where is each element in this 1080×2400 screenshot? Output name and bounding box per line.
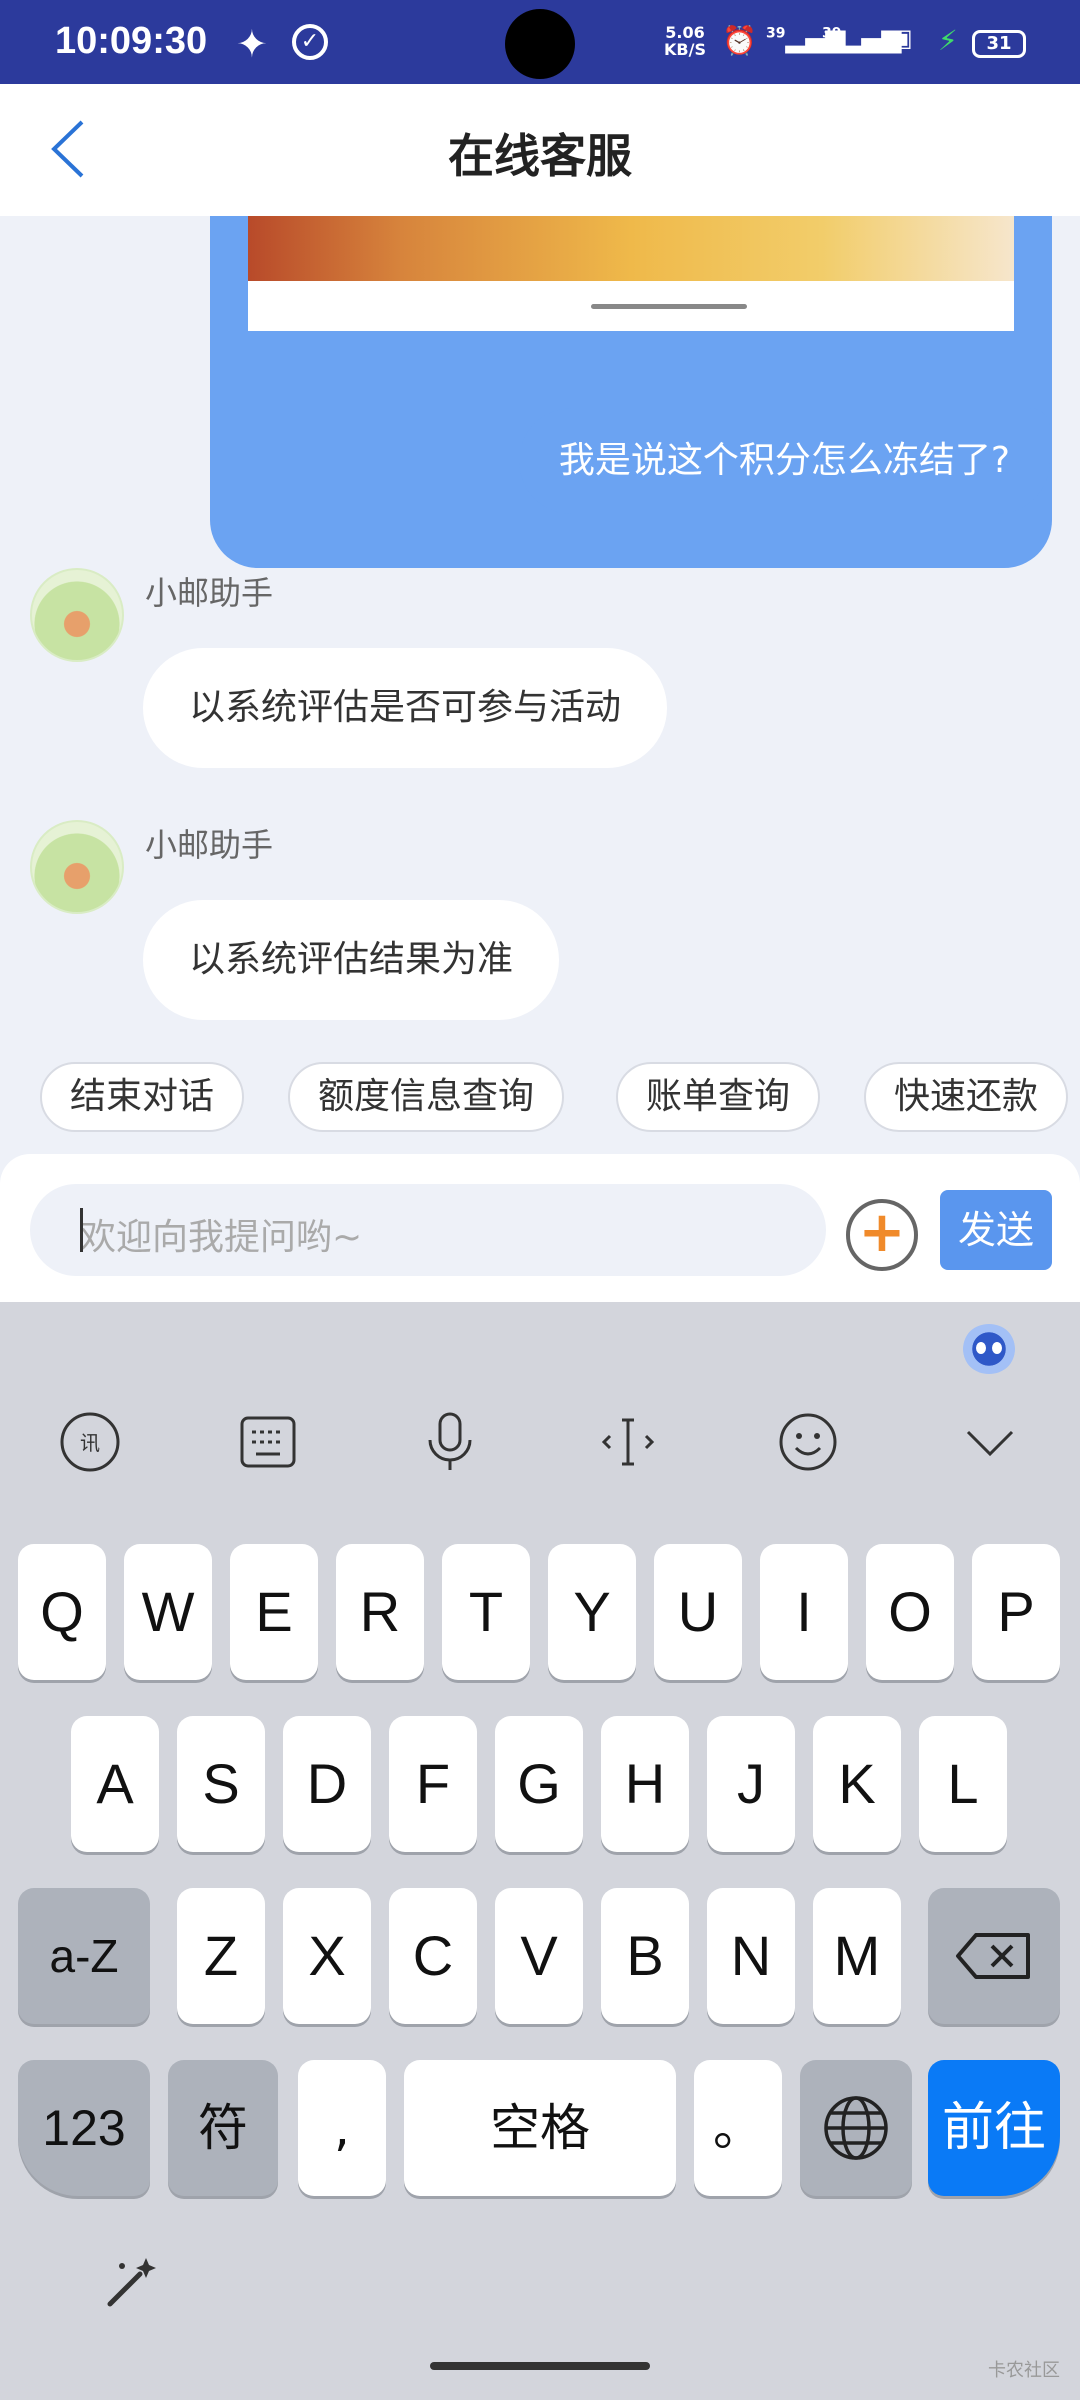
numbers-key[interactable]: 123 [18, 2060, 150, 2196]
magic-wand-icon[interactable] [100, 2252, 160, 2312]
promo-card[interactable] [210, 216, 1052, 568]
space-key[interactable]: 空格 [404, 2060, 676, 2196]
alarm-icon: ⏰ [722, 24, 757, 57]
key-o[interactable]: O [866, 1544, 954, 1680]
emoji-icon[interactable] [768, 1402, 848, 1482]
key-t[interactable]: T [442, 1544, 530, 1680]
status-time: 10:09:30 [55, 20, 208, 62]
quick-reply-credit-query[interactable]: 额度信息查询 [288, 1062, 565, 1132]
comma-key[interactable]: , [298, 2060, 386, 2196]
cursor-move-icon[interactable] [588, 1402, 668, 1482]
quick-reply-bill-query[interactable]: 账单查询 [616, 1062, 821, 1132]
collapse-keyboard-icon[interactable] [950, 1402, 1030, 1482]
avatar [30, 568, 124, 662]
bot-message-bubble: 以系统评估是否可参与活动 [143, 648, 668, 768]
key-e[interactable]: E [230, 1544, 318, 1680]
plus-button[interactable]: + [846, 1199, 918, 1271]
text-caret [80, 1208, 83, 1252]
key-s[interactable]: S [177, 1716, 265, 1852]
promo-image [248, 216, 1014, 281]
key-b[interactable]: B [601, 1888, 689, 2024]
key-h[interactable]: H [601, 1716, 689, 1852]
key-r[interactable]: R [336, 1544, 424, 1680]
sender-name: 小邮助手 [145, 826, 274, 864]
input-bar: 欢迎向我提问哟~ + 发送 [0, 1154, 1080, 1302]
key-z[interactable]: Z [177, 1888, 265, 2024]
scroll-handle [591, 304, 747, 309]
chat-area[interactable]: 我是说这个积分怎么冻结了? 小邮助手 以系统评估是否可参与活动 小邮助手 以系统… [0, 216, 1080, 1156]
svg-text:讯: 讯 [80, 1431, 100, 1455]
network-speed-unit: KB/S [664, 40, 706, 59]
network-speed: 5.06 KB/S [664, 24, 706, 58]
quick-reply-repay[interactable]: 快速还款 [864, 1062, 1069, 1132]
hd-icon: ▣ [890, 24, 913, 52]
keyboard-layout-icon[interactable] [228, 1402, 308, 1482]
header: 在线客服 [0, 84, 1080, 216]
sparkle-icon: ✦ [236, 22, 268, 66]
key-n[interactable]: N [707, 1888, 795, 2024]
charging-icon: ⚡ [938, 24, 958, 57]
bot-message-bubble: 以系统评估结果为准 [143, 900, 560, 1020]
microphone-icon[interactable] [410, 1402, 490, 1482]
battery-indicator: 31 [972, 30, 1026, 58]
backspace-icon [956, 1933, 1030, 1979]
key-d[interactable]: D [283, 1716, 371, 1852]
check-circle-icon: ✓ [292, 24, 328, 60]
network-speed-value: 5.06 [665, 23, 705, 42]
key-y[interactable]: Y [548, 1544, 636, 1680]
key-c[interactable]: C [389, 1888, 477, 2024]
shift-key[interactable]: a-Z [18, 1888, 150, 2024]
avatar [30, 820, 124, 914]
key-l[interactable]: L [919, 1716, 1007, 1852]
front-camera [505, 9, 575, 79]
key-v[interactable]: V [495, 1888, 583, 2024]
home-indicator[interactable] [430, 2362, 650, 2370]
user-message-bubble: 我是说这个积分怎么冻结了? [518, 408, 1050, 514]
key-m[interactable]: M [813, 1888, 901, 2024]
keyboard-ai-icon[interactable] [962, 1324, 1016, 1374]
go-key[interactable]: 前往 [928, 2060, 1060, 2196]
key-f[interactable]: F [389, 1716, 477, 1852]
send-button[interactable]: 发送 [940, 1190, 1052, 1270]
keyboard: 讯 Q W E R T Y U I O P A S D F G H J K L … [0, 1302, 1080, 2400]
key-x[interactable]: X [283, 1888, 371, 2024]
page-title: 在线客服 [448, 129, 632, 183]
status-bar: 10:09:30 ✦ ✓ 5.06 KB/S ⏰ 39▂▄▆ 39▂▄▆ ▣ ⚡… [0, 0, 1080, 84]
key-p[interactable]: P [972, 1544, 1060, 1680]
key-i[interactable]: I [760, 1544, 848, 1680]
key-w[interactable]: W [124, 1544, 212, 1680]
globe-icon [824, 2096, 888, 2160]
key-a[interactable]: A [71, 1716, 159, 1852]
backspace-key[interactable] [928, 1888, 1060, 2024]
key-u[interactable]: U [654, 1544, 742, 1680]
key-g[interactable]: G [495, 1716, 583, 1852]
language-key[interactable] [800, 2060, 912, 2196]
key-j[interactable]: J [707, 1716, 795, 1852]
message-input[interactable]: 欢迎向我提问哟~ [30, 1184, 826, 1276]
sender-name: 小邮助手 [145, 574, 274, 612]
watermark: 卡农社区 [988, 2360, 1060, 2381]
promo-footer [248, 281, 1014, 331]
symbols-key[interactable]: 符 [168, 2060, 278, 2196]
key-q[interactable]: Q [18, 1544, 106, 1680]
input-placeholder: 欢迎向我提问哟~ [80, 1217, 363, 1258]
period-key[interactable]: 。 [694, 2060, 782, 2196]
quick-reply-bar: 结束对话 额度信息查询 账单查询 快速还款 [0, 1062, 1080, 1134]
key-k[interactable]: K [813, 1716, 901, 1852]
quick-reply-end-chat[interactable]: 结束对话 [40, 1062, 245, 1132]
handwriting-mode-icon[interactable]: 讯 [50, 1402, 130, 1482]
